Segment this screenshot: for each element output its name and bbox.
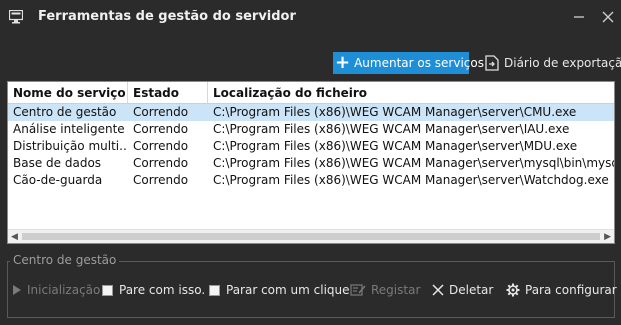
configure-label: Para configurar bbox=[525, 283, 617, 297]
cell-name: Base de dados bbox=[13, 156, 102, 170]
delete-button[interactable]: Deletar bbox=[432, 281, 493, 299]
group-label: Centro de gestão bbox=[10, 253, 120, 267]
horizontal-scrollbar[interactable]: ◀ ▶ bbox=[8, 229, 614, 243]
add-services-button[interactable]: + Aumentar os serviços bbox=[333, 52, 484, 74]
table-header: Nome do serviço Estado Localização do fi… bbox=[8, 82, 614, 104]
start-label: Inicialização bbox=[27, 283, 101, 297]
export-log-label: Diário de exportação bbox=[504, 56, 621, 70]
cell-path: C:\Program Files (x86)\WEG WCAM Manager\… bbox=[213, 156, 614, 170]
column-header-name[interactable]: Nome do serviço bbox=[8, 82, 128, 104]
export-document-icon bbox=[485, 55, 499, 71]
add-services-label: Aumentar os serviços bbox=[354, 56, 484, 70]
cell-path: C:\Program Files (x86)\WEG WCAM Manager\… bbox=[213, 105, 577, 119]
column-header-status[interactable]: Estado bbox=[128, 82, 208, 104]
cell-name: Distribuição multi... bbox=[13, 139, 128, 153]
export-log-button[interactable]: Diário de exportação bbox=[485, 52, 621, 74]
close-icon bbox=[602, 11, 614, 23]
cell-name: Centro de gestão bbox=[13, 105, 117, 119]
cell-status: Correndo bbox=[133, 173, 189, 187]
delete-x-icon bbox=[432, 284, 444, 296]
stop-checkbox[interactable]: Pare com isso. bbox=[102, 281, 205, 299]
stop-one-click-label: Parar com um clique bbox=[226, 283, 350, 297]
scroll-right-icon[interactable]: ▶ bbox=[604, 232, 611, 242]
scrollbar-thumb[interactable] bbox=[22, 233, 600, 240]
cell-status: Correndo bbox=[133, 156, 189, 170]
register-icon bbox=[350, 283, 366, 297]
gear-icon bbox=[506, 283, 520, 297]
register-label: Registar bbox=[371, 283, 421, 297]
table-row[interactable]: Base de dados Correndo C:\Program Files … bbox=[8, 155, 614, 172]
title-bar: Ferramentas de gestão do servidor bbox=[0, 0, 621, 34]
register-button[interactable]: Registar bbox=[350, 281, 420, 299]
table-row[interactable]: Centro de gestão Correndo C:\Program Fil… bbox=[8, 104, 614, 121]
table-body: Centro de gestão Correndo C:\Program Fil… bbox=[8, 104, 614, 189]
cell-path: C:\Program Files (x86)\WEG WCAM Manager\… bbox=[213, 139, 578, 153]
cell-name: Análise inteligente bbox=[13, 122, 125, 136]
stop-one-click-checkbox-box[interactable] bbox=[209, 284, 220, 296]
cell-path: C:\Program Files (x86)\WEG WCAM Manager\… bbox=[213, 173, 609, 187]
cell-status: Correndo bbox=[133, 139, 189, 153]
cell-name: Cão-de-guarda bbox=[13, 173, 103, 187]
column-header-path[interactable]: Localização do ficheiro bbox=[208, 82, 614, 104]
server-icon bbox=[8, 9, 24, 24]
cell-status: Correndo bbox=[133, 122, 189, 136]
table-row[interactable]: Distribuição multi... Correndo C:\Progra… bbox=[8, 138, 614, 155]
stop-checkbox-box[interactable] bbox=[102, 284, 113, 296]
scroll-left-icon[interactable]: ◀ bbox=[11, 232, 18, 242]
table-row[interactable]: Cão-de-guarda Correndo C:\Program Files … bbox=[8, 172, 614, 189]
cell-path: C:\Program Files (x86)\WEG WCAM Manager\… bbox=[213, 122, 570, 136]
close-button[interactable] bbox=[600, 9, 616, 25]
stop-one-click-checkbox[interactable]: Parar com um clique bbox=[209, 281, 350, 299]
minimize-button[interactable] bbox=[571, 9, 587, 25]
plus-icon: + bbox=[335, 52, 351, 73]
stop-label: Pare com isso. bbox=[119, 283, 206, 297]
services-table: Nome do serviço Estado Localização do fi… bbox=[7, 81, 615, 244]
cell-status: Correndo bbox=[133, 105, 189, 119]
start-button[interactable]: Inicialização bbox=[12, 281, 100, 299]
play-icon bbox=[12, 284, 22, 296]
configure-button[interactable]: Para configurar bbox=[506, 281, 617, 299]
table-row[interactable]: Análise inteligente Correndo C:\Program … bbox=[8, 121, 614, 138]
delete-label: Deletar bbox=[449, 283, 494, 297]
window-title: Ferramentas de gestão do servidor bbox=[38, 9, 296, 24]
